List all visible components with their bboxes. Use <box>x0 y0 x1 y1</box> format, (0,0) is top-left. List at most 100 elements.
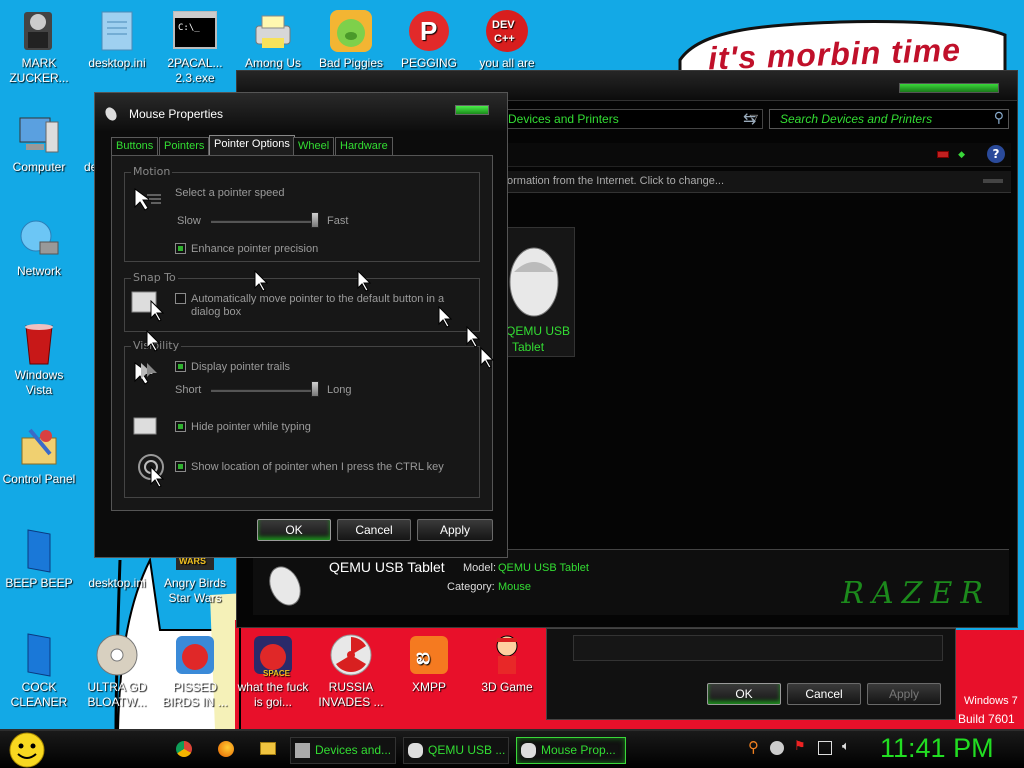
messenger-icon[interactable] <box>770 741 784 755</box>
qemu-ok-button[interactable]: OK <box>707 683 781 705</box>
recycle-bin-icon <box>16 320 62 366</box>
cancel-button[interactable]: Cancel <box>337 519 411 541</box>
folder-icon[interactable] <box>260 742 276 755</box>
desktop-icon-bad-piggies[interactable]: Bad Piggies <box>312 8 390 71</box>
close-info-bar[interactable] <box>983 179 1003 183</box>
search-input[interactable]: Search Devices and Printers <box>780 112 932 126</box>
network-icon <box>16 216 62 262</box>
tab-buttons[interactable]: Buttons <box>111 137 159 155</box>
tab-hardware[interactable]: Hardware <box>335 137 393 155</box>
search-icon[interactable]: ⚲ <box>994 110 1004 126</box>
console-icon: C:\_ <box>172 8 218 54</box>
volume-icon[interactable]: 🔈︎ <box>842 739 856 754</box>
help-icon[interactable]: ? <box>987 145 1005 163</box>
desktop-icon-russia-invades[interactable]: RUSSIA INVADES ... <box>312 632 390 710</box>
hide-pointer-icon <box>133 417 157 435</box>
person-icon <box>16 8 62 54</box>
start-button[interactable] <box>6 731 48 768</box>
desktop-icon-xmpp[interactable]: ಐ XMPP <box>390 632 468 695</box>
desktop-icon-what-the[interactable]: SPACE what the fuck is goi... <box>234 632 312 710</box>
desktop-icon-2pacal[interactable]: C:\_ 2PACAL... 2.3.exe <box>156 8 234 86</box>
view-icon[interactable] <box>937 151 949 158</box>
tab-pointer-options[interactable]: Pointer Options <box>209 135 295 155</box>
qemu-tablet-properties-window: OK Cancel Apply <box>546 628 956 720</box>
windows-watermark-line1: Windows 7 <box>964 695 1018 707</box>
radiation-icon <box>328 632 374 678</box>
desktop-icon-windows-vista[interactable]: Windows Vista <box>0 320 78 398</box>
tab-strip: Buttons Pointers Pointer Options Wheel H… <box>111 135 491 157</box>
clock[interactable]: 11:41 PM <box>880 733 994 764</box>
devices-task-icon <box>295 743 310 758</box>
dialog-title: Mouse Properties <box>129 107 224 121</box>
action-center-flag-icon[interactable]: ⚑ <box>794 739 808 754</box>
visibility-group: Visibility Display pointer trails Short … <box>124 339 480 498</box>
printer-icon <box>250 8 296 54</box>
desktop-icon-control-panel[interactable]: Control Panel <box>0 424 78 487</box>
address-bar[interactable]: Devices and Printers ▽ <box>503 109 763 129</box>
windows-watermark-line2: Build 7601 <box>958 712 1015 726</box>
desktop-icon-ultra-gd-bloatw[interactable]: ULTRA GD BLOATW... <box>78 632 156 710</box>
pointer-trails-checkbox[interactable] <box>175 361 186 372</box>
device-tile-qemu[interactable]: QEMU USB Tablet <box>503 227 575 357</box>
mouse-task-icon <box>521 743 536 758</box>
desktop-icon-3d-game[interactable]: 3D Game <box>468 632 546 695</box>
svg-text:SPACE: SPACE <box>263 669 291 678</box>
desktop-icon-cock-cleaner[interactable]: COCK CLEANER <box>0 632 78 710</box>
ok-button[interactable]: OK <box>257 519 331 541</box>
desktop-icon-computer[interactable]: Computer <box>0 112 78 175</box>
pointer-trails-slider[interactable] <box>211 389 315 392</box>
control-panel-icon <box>16 424 62 470</box>
dialog-close-button[interactable] <box>455 105 489 115</box>
desktop-icon-pissed-birds[interactable]: PISSED BIRDS IN ... <box>156 632 234 710</box>
pointer-trails-icon <box>134 362 157 385</box>
hide-pointer-checkbox[interactable] <box>175 421 186 432</box>
window-controls[interactable] <box>899 83 999 93</box>
apply-button[interactable]: Apply <box>417 519 493 541</box>
firefox-icon[interactable] <box>218 741 234 757</box>
details-pane: QEMU USB Tablet Model: QEMU USB Tablet C… <box>253 549 1009 615</box>
task-devices-and-printers[interactable]: Devices and... <box>290 737 396 764</box>
desktop-icon-beep-beep[interactable]: BEEP BEEP <box>0 528 78 591</box>
desktop-icon-among-us[interactable]: Among Us <box>234 8 312 71</box>
info-bar[interactable]: ormation from the Internet. Click to cha… <box>503 171 1011 193</box>
dev-cpp-icon: DEV C++ <box>484 8 530 54</box>
task-qemu-usb[interactable]: QEMU USB ... <box>403 737 509 764</box>
desktop-icon-pegging[interactable]: P PEGGING <box>390 8 468 71</box>
angry-bird-space-icon: SPACE <box>250 632 296 678</box>
pointer-trails-thumb[interactable] <box>311 381 319 397</box>
desktop-icon-desktop-ini[interactable]: desktop.ini <box>78 8 156 71</box>
svg-text:C++: C++ <box>494 33 515 45</box>
desktop-icon-mark-zucker[interactable]: MARK ZUCKER... <box>0 8 78 86</box>
network-tray-icon[interactable] <box>818 741 832 755</box>
mouse-app-icon <box>105 107 117 121</box>
pointer-speed-thumb[interactable] <box>311 212 319 228</box>
mouse-device-icon-small <box>269 566 301 606</box>
qemu-cancel-button[interactable]: Cancel <box>787 683 861 705</box>
task-mouse-properties[interactable]: Mouse Prop... <box>516 737 626 764</box>
dialog-title-bar: Mouse Properties <box>95 93 507 131</box>
pointer-speed-slider[interactable] <box>211 220 315 223</box>
refresh-icon[interactable]: ⇆ <box>743 109 756 128</box>
mouse-task-icon <box>408 743 423 758</box>
address-text: Devices and Printers <box>508 112 619 126</box>
enhance-precision-checkbox[interactable] <box>175 243 186 254</box>
razer-logo: RAZER <box>841 576 991 611</box>
chrome-icon[interactable] <box>176 741 192 757</box>
search-icon[interactable]: ⚲ <box>748 738 762 756</box>
show-location-checkbox[interactable] <box>175 461 186 472</box>
toolbar: ◆ ? <box>503 143 1011 167</box>
tab-panel: Motion Select a pointer speed Slow Fast … <box>111 155 493 511</box>
desktop-icon-network[interactable]: Network <box>0 216 78 279</box>
blue-book-icon <box>16 632 62 678</box>
search-box[interactable]: Search Devices and Printers ⚲ <box>769 109 1009 129</box>
angry-bird-icon <box>172 632 218 678</box>
tab-pointers[interactable]: Pointers <box>159 137 210 155</box>
snap-to-checkbox[interactable] <box>175 293 186 304</box>
qemu-apply-button[interactable]: Apply <box>867 683 941 705</box>
svg-text:P: P <box>420 16 437 46</box>
tab-wheel[interactable]: Wheel <box>293 137 335 155</box>
desktop-icon-you-all-are[interactable]: DEV C++ you all are <box>468 8 546 71</box>
snap-to-group: Snap To Automatically move pointer to th… <box>124 271 480 332</box>
mouse-device-icon <box>509 247 559 317</box>
taskbar: Devices and... QEMU USB ... Mouse Prop..… <box>0 729 1024 768</box>
